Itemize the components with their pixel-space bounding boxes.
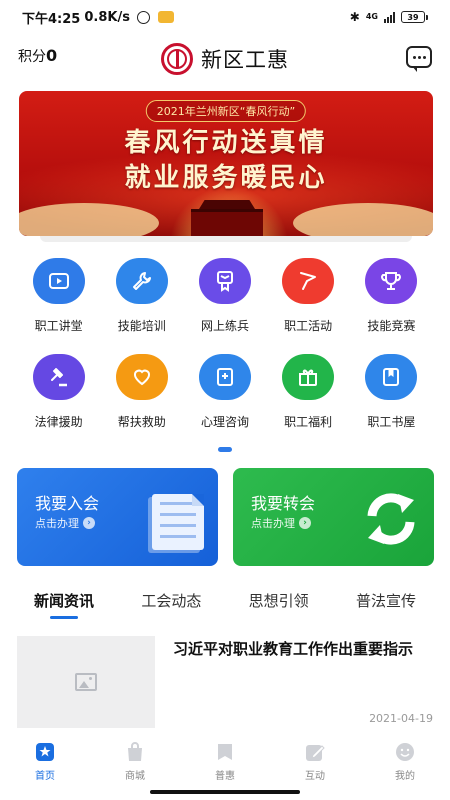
tab-news[interactable]: 新闻资讯 [34, 590, 94, 611]
medical-book-icon [198, 354, 251, 400]
tiananmen-icon [191, 209, 263, 236]
battery-level: 39 [401, 11, 425, 23]
nav-home[interactable]: 首页 [0, 736, 90, 782]
feature-item-activities[interactable]: 职工活动 [267, 258, 350, 334]
news-title: 习近平对职业教育工作作出重要指示 [173, 640, 414, 658]
nav-benefits[interactable]: 普惠 [180, 736, 270, 782]
feature-label: 职工书屋 [367, 415, 416, 429]
news-tabs: 新闻资讯 工会动态 思想引领 普法宣传 [17, 590, 433, 611]
feature-grid: 职工讲堂 技能培训 网上练兵 职工活动 技能竞赛 法律援助 帮扶救助 心理咨询 … [17, 258, 433, 430]
points-label: 积分 [18, 49, 46, 65]
tab-ideology[interactable]: 思想引领 [249, 590, 309, 611]
brand: 新区工惠 [161, 43, 289, 75]
feature-label: 技能培训 [117, 319, 166, 333]
promo-banner[interactable]: 2021年兰州新区“春风行动” 春风行动送真情 就业服务暖民心 [19, 91, 433, 236]
nav-label: 普惠 [215, 771, 235, 782]
nav-interact[interactable]: 互动 [270, 736, 360, 782]
network-type: 4G [365, 12, 378, 21]
gift-icon [282, 354, 335, 400]
transfer-card-title: 我要转会 [251, 494, 316, 513]
trophy-icon [365, 258, 418, 304]
tab-law[interactable]: 普法宣传 [356, 590, 416, 611]
join-card-subtitle: 点击办理 [35, 517, 79, 530]
feature-label: 帮扶救助 [117, 415, 166, 429]
bottom-nav: 首页 商城 普惠 互动 我的 [0, 736, 450, 786]
document-icon [152, 494, 204, 550]
tab-union-updates[interactable]: 工会动态 [141, 590, 201, 611]
nav-label: 商城 [125, 771, 145, 782]
home-indicator[interactable] [150, 790, 300, 794]
grid-page-indicator[interactable] [218, 447, 232, 452]
feature-label: 网上练兵 [200, 319, 249, 333]
feature-item-practice[interactable]: 网上练兵 [183, 258, 266, 334]
wrench-icon [115, 258, 168, 304]
feature-label: 职工福利 [284, 415, 333, 429]
notification-icon [157, 11, 174, 23]
gavel-icon [32, 354, 85, 400]
feature-item-welfare[interactable]: 职工福利 [267, 354, 350, 430]
feature-item-library[interactable]: 职工书屋 [350, 354, 433, 430]
feature-item-training[interactable]: 技能培训 [100, 258, 183, 334]
union-logo-icon [161, 43, 193, 75]
app-title: 新区工惠 [201, 48, 289, 72]
news-list-item[interactable]: 习近平对职业教育工作作出重要指示 2021-04-19 [17, 636, 433, 728]
battery-icon: 39 [401, 11, 428, 23]
image-placeholder-icon [75, 673, 97, 691]
pen-icon [305, 742, 325, 762]
home-icon [35, 742, 55, 762]
join-union-card[interactable]: 我要入会 点击办理 › [17, 468, 218, 566]
points-display[interactable]: 积分0 [18, 46, 57, 66]
feature-label: 职工活动 [284, 319, 333, 333]
app-header: 积分0 新区工惠 [0, 34, 450, 84]
banner-shadow [40, 236, 412, 242]
feature-label: 技能竞赛 [367, 319, 416, 333]
join-card-title: 我要入会 [35, 494, 100, 513]
points-value: 0 [46, 46, 58, 65]
feature-label: 法律援助 [34, 415, 83, 429]
bluetooth-icon: ✱ [349, 10, 360, 24]
nav-profile[interactable]: 我的 [360, 736, 450, 782]
sync-arrows-icon [367, 493, 415, 545]
chevron-right-icon: › [299, 517, 311, 529]
alarm-icon [136, 10, 150, 24]
feature-item-legal-aid[interactable]: 法律援助 [17, 354, 100, 430]
news-date: 2021-04-19 [369, 712, 433, 725]
chat-bubble-icon[interactable] [406, 46, 432, 72]
status-time: 下午4:25 [22, 11, 81, 27]
transfer-union-card[interactable]: 我要转会 点击办理 › [233, 468, 434, 566]
banner-tag: 2021年兰州新区“春风行动” [145, 100, 307, 122]
nav-mall[interactable]: 商城 [90, 736, 180, 782]
smiley-icon [395, 742, 415, 762]
signal-icon [384, 11, 395, 23]
transfer-card-subtitle: 点击办理 [251, 517, 295, 530]
status-bar: 下午4:25 0.8K/s ✱ 4G 39 [0, 0, 450, 34]
nav-label: 首页 [35, 771, 55, 782]
heart-hand-icon [115, 354, 168, 400]
feature-item-lecture[interactable]: 职工讲堂 [17, 258, 100, 334]
medal-icon [198, 258, 251, 304]
nav-label: 我的 [395, 771, 415, 782]
bookmark-icon [215, 742, 235, 762]
banner-headline-1: 春风行动送真情 [124, 128, 328, 158]
transfer-card-action[interactable]: 点击办理 › [251, 515, 311, 531]
banner-headline-2: 就业服务暖民心 [124, 163, 328, 193]
status-speed: 0.8K/s [84, 9, 130, 25]
feature-label: 心理咨询 [200, 415, 249, 429]
feature-label: 职工讲堂 [34, 319, 83, 333]
chevron-right-icon: › [83, 517, 95, 529]
status-left: 下午4:25 0.8K/s [22, 8, 174, 27]
news-thumbnail [17, 636, 155, 728]
feature-item-competition[interactable]: 技能竞赛 [350, 258, 433, 334]
book-icon [365, 354, 418, 400]
feature-item-counseling[interactable]: 心理咨询 [183, 354, 266, 430]
join-card-action[interactable]: 点击办理 › [35, 515, 95, 531]
shopping-bag-icon [125, 742, 145, 762]
flag-icon [282, 258, 335, 304]
nav-label: 互动 [305, 771, 325, 782]
video-play-icon [32, 258, 85, 304]
feature-item-assistance[interactable]: 帮扶救助 [100, 354, 183, 430]
status-right: ✱ 4G 39 [350, 10, 428, 24]
